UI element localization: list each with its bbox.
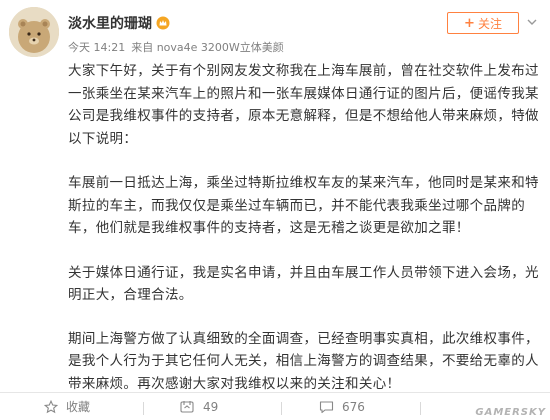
username-text[interactable]: 淡水里的珊瑚	[68, 13, 152, 33]
repost-count: 49	[203, 399, 219, 414]
avatar[interactable]	[9, 7, 59, 57]
repost-icon	[180, 401, 194, 413]
follow-button[interactable]: + 关注	[447, 12, 519, 34]
divider	[281, 402, 282, 415]
watermark: GAMERSKY	[475, 407, 546, 418]
comment-button[interactable]: 676	[319, 393, 365, 420]
post-paragraph: 期间上海警方做了认真细致的全面调查，已经查明事实真相，此次维权事件，是我个人行为…	[68, 330, 539, 392]
repost-button[interactable]: 49	[180, 393, 218, 420]
star-icon	[44, 399, 58, 413]
post-source: 来自 nova4e 3200W立体美颜	[131, 41, 284, 54]
comment-icon	[319, 400, 334, 413]
follow-label: 关注	[477, 16, 502, 31]
username[interactable]: 淡水里的珊瑚	[68, 13, 170, 33]
vip-crown-icon	[156, 16, 170, 30]
favorite-label: 收藏	[66, 400, 91, 414]
action-bar: 收藏 49 676 GAMERSKY	[0, 392, 550, 420]
more-options-chevron-icon[interactable]	[527, 16, 537, 28]
post-meta: 今天 14:21 来自 nova4e 3200W立体美颜	[68, 39, 284, 55]
plus-icon: +	[464, 15, 475, 31]
divider	[143, 402, 144, 415]
bear-avatar-icon	[9, 7, 59, 57]
favorite-button[interactable]: 收藏	[44, 393, 90, 420]
divider	[420, 402, 421, 415]
post-content: 大家下午好，关于有个别网友发文称我在上海车展前，曾在社交软件上发布过一张乘坐在某…	[68, 60, 546, 395]
post-time[interactable]: 今天 14:21	[68, 39, 125, 55]
post-paragraph: 大家下午好，关于有个别网友发文称我在上海车展前，曾在社交软件上发布过一张乘坐在某…	[68, 63, 539, 147]
comment-count: 676	[342, 399, 365, 414]
post-paragraph: 车展前一日抵达上海，乘坐过特斯拉维权车友的某来汽车，他同时是某来和特斯拉的车主，…	[68, 175, 539, 236]
post-paragraph: 关于媒体日通行证，我是实名申请，并且由车展工作人员带领下进入会场，光明正大，合理…	[68, 264, 539, 304]
